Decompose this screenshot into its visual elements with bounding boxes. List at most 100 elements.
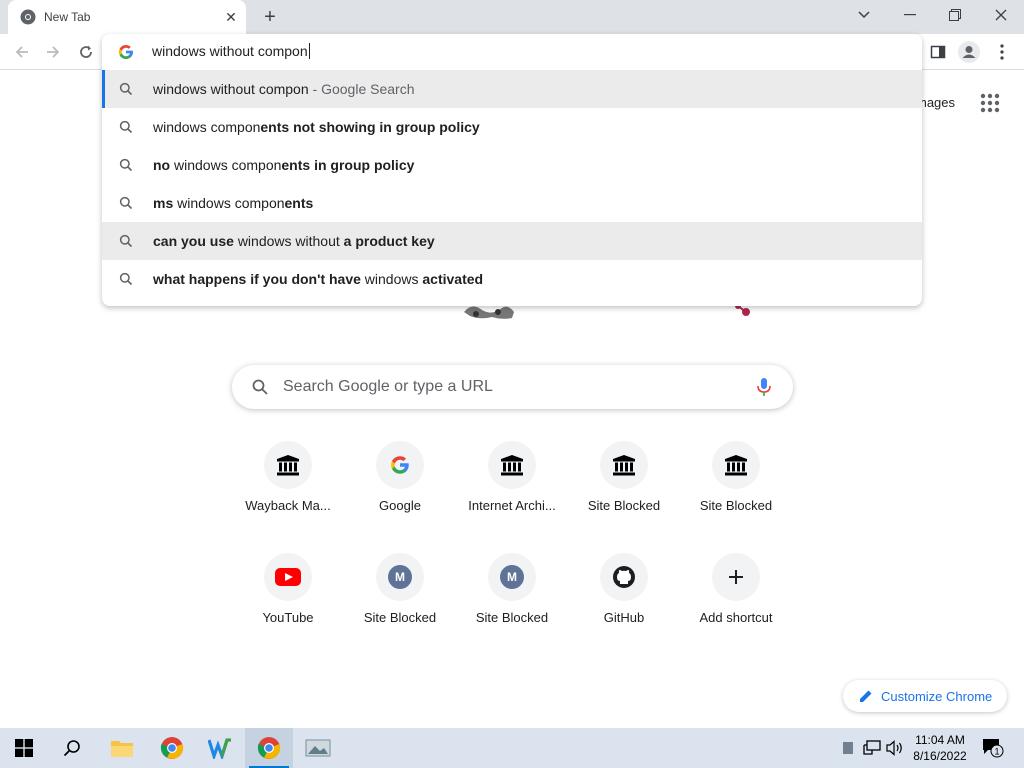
suggestion-text: can you use windows without a product ke… bbox=[153, 233, 435, 249]
suggestion-text-part: what happens if you don't have bbox=[153, 271, 365, 287]
volume-icon[interactable] bbox=[885, 738, 905, 758]
shortcut-label: Add shortcut bbox=[699, 610, 773, 625]
omnibox-suggestion[interactable]: no windows components in group policy bbox=[102, 146, 922, 184]
restore-button[interactable] bbox=[943, 4, 967, 26]
side-panel-icon[interactable] bbox=[926, 40, 950, 64]
omnibox[interactable]: windows without compon bbox=[102, 34, 922, 70]
search-icon bbox=[119, 272, 133, 286]
archive-icon bbox=[488, 441, 536, 489]
image-viewer-icon[interactable] bbox=[294, 728, 342, 768]
plus-icon bbox=[712, 553, 760, 601]
suggestion-text: windows components not showing in group … bbox=[153, 119, 480, 135]
shortcut-tile[interactable]: Google bbox=[344, 441, 456, 541]
omnibox-suggestion[interactable]: windows components not showing in group … bbox=[102, 108, 922, 146]
shortcut-letter: M bbox=[500, 565, 524, 589]
suggestion-text-part: ms bbox=[153, 195, 178, 211]
start-button[interactable] bbox=[0, 728, 48, 768]
shortcut-tile[interactable]: Site Blocked bbox=[568, 441, 680, 541]
search-icon bbox=[119, 120, 133, 134]
taskbar: 11:04 AM 8/16/2022 1 bbox=[0, 728, 1024, 768]
close-window-button[interactable] bbox=[989, 4, 1013, 26]
shortcut-letter: M bbox=[388, 565, 412, 589]
suggestion-text: no windows components in group policy bbox=[153, 157, 414, 173]
shortcut-tile[interactable]: GitHub bbox=[568, 553, 680, 653]
apps-grid-icon[interactable] bbox=[980, 93, 1000, 113]
search-icon bbox=[252, 379, 268, 395]
back-button[interactable] bbox=[10, 40, 34, 64]
tab-title: New Tab bbox=[44, 10, 91, 24]
microphone-icon[interactable] bbox=[755, 377, 773, 397]
forward-button[interactable] bbox=[41, 40, 65, 64]
shortcut-label: Site Blocked bbox=[363, 610, 437, 625]
search-icon bbox=[119, 82, 133, 96]
file-explorer-icon[interactable] bbox=[98, 728, 146, 768]
search-box[interactable]: Search Google or type a URL bbox=[232, 365, 793, 409]
search-icon bbox=[119, 234, 133, 248]
suggestion-text-part: windows compon bbox=[153, 119, 261, 135]
shortcut-label: Wayback Ma... bbox=[245, 498, 331, 513]
clock-date: 8/16/2022 bbox=[913, 749, 967, 763]
taskbar-search-icon[interactable] bbox=[48, 728, 96, 768]
archive-icon bbox=[712, 441, 760, 489]
shortcut-tile[interactable]: Site Blocked bbox=[680, 441, 792, 541]
google-g-icon bbox=[118, 45, 133, 59]
suggestion-text-part: ents in group policy bbox=[281, 157, 415, 173]
shortcut-label: Internet Archi... bbox=[468, 498, 556, 513]
menu-kebab-icon[interactable] bbox=[990, 40, 1014, 64]
omnibox-suggestion[interactable]: what happens if you don't have windows a… bbox=[102, 260, 922, 298]
suggestion-text-part: windows compon bbox=[177, 195, 285, 211]
shortcut-tile[interactable]: M Site Blocked bbox=[456, 553, 568, 653]
minimize-button[interactable] bbox=[898, 4, 922, 26]
suggestion-text-part: windows compon bbox=[174, 157, 282, 173]
suggestion-text-part: no bbox=[153, 157, 174, 173]
tab-strip: New Tab ✕ + bbox=[0, 0, 1024, 34]
m-letter-icon: M bbox=[376, 553, 424, 601]
clock[interactable]: 11:04 AM 8/16/2022 bbox=[906, 732, 974, 764]
shortcut-label: Google bbox=[379, 498, 421, 513]
customize-chrome-label: Customize Chrome bbox=[881, 689, 993, 704]
network-icon[interactable] bbox=[862, 738, 882, 758]
shortcut-label: Site Blocked bbox=[475, 610, 549, 625]
add-shortcut-tile[interactable]: Add shortcut bbox=[680, 553, 792, 653]
omnibox-suggestion[interactable]: windows without compon - Google Search bbox=[102, 70, 922, 108]
suggestion-text-part: ents not showing in group policy bbox=[260, 119, 480, 135]
clock-time: 11:04 AM bbox=[915, 733, 965, 747]
customize-chrome-button[interactable]: Customize Chrome bbox=[843, 680, 1007, 712]
suggestion-text-part: a product key bbox=[343, 233, 435, 249]
tab-close-icon[interactable]: ✕ bbox=[222, 8, 240, 26]
chrome-active-taskbar-icon[interactable] bbox=[245, 728, 293, 768]
search-icon bbox=[119, 158, 133, 172]
tray-app-icon[interactable] bbox=[838, 738, 858, 758]
m-letter-icon: M bbox=[488, 553, 536, 601]
suggestion-text: what happens if you don't have windows a… bbox=[153, 271, 483, 287]
tab-search-icon[interactable] bbox=[852, 4, 876, 26]
chrome-taskbar-icon[interactable] bbox=[148, 728, 196, 768]
search-placeholder: Search Google or type a URL bbox=[283, 378, 493, 395]
reload-button[interactable] bbox=[74, 40, 98, 64]
omnibox-suggestion[interactable]: can you use windows without a product ke… bbox=[102, 222, 922, 260]
shortcut-label: YouTube bbox=[262, 610, 314, 625]
github-icon bbox=[600, 553, 648, 601]
search-icon bbox=[119, 196, 133, 210]
shortcut-tile[interactable]: YouTube bbox=[232, 553, 344, 653]
suggestion-description: - Google Search bbox=[308, 81, 415, 97]
shortcut-tile[interactable]: Internet Archi... bbox=[456, 441, 568, 541]
youtube-icon bbox=[264, 553, 312, 601]
suggestion-text-part: activated bbox=[422, 271, 484, 287]
pencil-icon bbox=[860, 690, 872, 702]
omnibox-suggestion[interactable]: ms windows components bbox=[102, 184, 922, 222]
notification-count: 1 bbox=[994, 747, 999, 757]
shortcut-tile[interactable]: Wayback Ma... bbox=[232, 441, 344, 541]
suggestion-text-part: windows bbox=[364, 271, 423, 287]
notification-center-icon[interactable]: 1 bbox=[982, 738, 1004, 758]
new-tab-button[interactable]: + bbox=[258, 6, 282, 28]
shortcut-tile[interactable]: M Site Blocked bbox=[344, 553, 456, 653]
suggestion-text-part: windows without bbox=[237, 233, 344, 249]
omnibox-input[interactable]: windows without compon bbox=[152, 43, 310, 59]
suggestion-text: windows without compon - Google Search bbox=[153, 81, 414, 97]
shortcut-label: Site Blocked bbox=[699, 498, 773, 513]
chrome-icon bbox=[20, 9, 36, 25]
wps-office-icon[interactable] bbox=[196, 728, 244, 768]
profile-avatar[interactable] bbox=[957, 40, 981, 64]
tab-new-tab[interactable]: New Tab ✕ bbox=[8, 0, 246, 34]
